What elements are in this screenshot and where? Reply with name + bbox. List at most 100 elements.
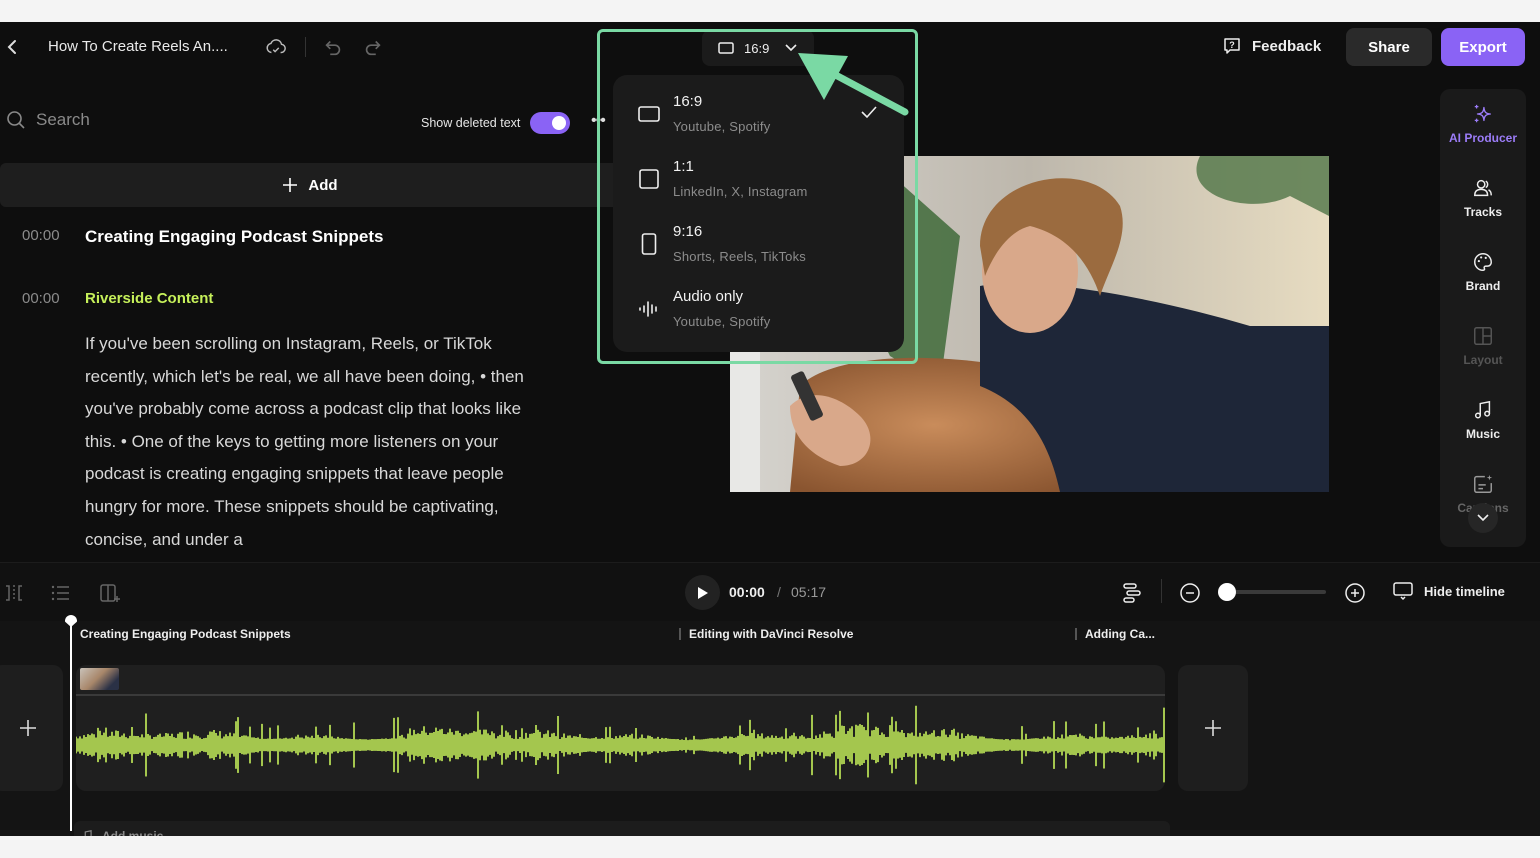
timeline-toolbar: 00:00 / 05:17 Hide timeline bbox=[0, 563, 1540, 621]
chapter-title: Creating Engaging Podcast Snippets bbox=[80, 627, 291, 641]
music-icon bbox=[1474, 400, 1491, 419]
rail-item-brand[interactable]: Brand bbox=[1440, 251, 1526, 321]
chapter-title: Editing with DaVinci Resolve bbox=[689, 627, 854, 641]
back-button[interactable] bbox=[4, 36, 20, 58]
audio-wave-icon bbox=[639, 301, 657, 317]
export-button[interactable]: Export bbox=[1441, 28, 1525, 66]
chevron-left-icon bbox=[7, 40, 16, 54]
chapter-divider bbox=[679, 628, 681, 640]
plus-icon bbox=[19, 720, 36, 736]
share-button[interactable]: Share bbox=[1346, 28, 1432, 66]
zoom-slider-handle[interactable] bbox=[1218, 583, 1236, 601]
cloud-check-icon bbox=[266, 39, 286, 54]
zoom-out-icon[interactable] bbox=[1179, 582, 1201, 604]
monitor-icon bbox=[1393, 582, 1413, 601]
clip-thumbnail bbox=[80, 668, 119, 690]
palette-icon bbox=[1474, 253, 1492, 271]
music-icon bbox=[84, 830, 92, 836]
aspect-option-label: Audio only bbox=[673, 288, 744, 305]
aspect-ratio-menu: 16:9 Youtube, Spotify 1:1 LinkedIn, X, I… bbox=[613, 75, 904, 352]
show-deleted-text-setting: Show deleted text bbox=[421, 112, 571, 134]
transcript-paragraph[interactable]: If you've been scrolling on Instagram, R… bbox=[85, 328, 555, 556]
chapter-marker[interactable]: Editing with DaVinci Resolve bbox=[679, 627, 853, 641]
hide-timeline-button[interactable]: Hide timeline bbox=[1392, 581, 1505, 601]
show-deleted-toggle[interactable] bbox=[530, 112, 571, 134]
play-button[interactable] bbox=[685, 575, 720, 610]
aspect-option-platforms: LinkedIn, X, Instagram bbox=[673, 184, 808, 199]
search-placeholder: Search bbox=[36, 110, 90, 129]
transcript-entry: 00:00 Creating Engaging Podcast Snippets bbox=[22, 227, 383, 247]
rail-label: AI Producer bbox=[1448, 131, 1517, 145]
add-layout-icon[interactable] bbox=[99, 582, 121, 604]
right-tool-rail: AI Producer Tracks Brand Layout Music Ca… bbox=[1440, 89, 1526, 547]
aspect-option-1-1[interactable]: 1:1 LinkedIn, X, Instagram bbox=[613, 150, 904, 214]
zoom-in-icon[interactable] bbox=[1344, 582, 1366, 604]
timeline-tracks: Creating Engaging Podcast Snippets Editi… bbox=[0, 615, 1540, 836]
playhead[interactable] bbox=[70, 621, 72, 831]
section-heading[interactable]: Creating Engaging Podcast Snippets bbox=[85, 227, 383, 247]
entry-timestamp[interactable]: 00:00 bbox=[22, 227, 67, 247]
help-chat-icon: ? bbox=[1224, 38, 1240, 54]
show-deleted-label: Show deleted text bbox=[421, 116, 521, 130]
hide-timeline-label: Hide timeline bbox=[1424, 583, 1505, 599]
aspect-option-label: 1:1 bbox=[673, 158, 694, 175]
list-icon[interactable] bbox=[50, 582, 72, 604]
rail-item-music[interactable]: Music bbox=[1440, 399, 1526, 469]
rail-label: Music bbox=[1465, 427, 1500, 441]
add-button[interactable]: Add bbox=[0, 163, 620, 207]
rail-item-tracks[interactable]: Tracks bbox=[1440, 177, 1526, 247]
timeline-zoom-slider[interactable] bbox=[1226, 590, 1326, 594]
add-music-track[interactable]: Add music bbox=[74, 821, 1170, 836]
video-clip[interactable] bbox=[76, 665, 1165, 791]
stacked-tracks-icon[interactable] bbox=[1121, 582, 1143, 604]
aspect-option-16-9[interactable]: 16:9 Youtube, Spotify bbox=[613, 85, 904, 149]
rail-label: Tracks bbox=[1463, 205, 1503, 219]
play-icon bbox=[697, 586, 708, 599]
search-icon bbox=[7, 111, 25, 129]
rail-label: Brand bbox=[1465, 279, 1501, 293]
aspect-ratio-value: 16:9 bbox=[744, 40, 770, 56]
playhead-handle[interactable] bbox=[65, 615, 77, 627]
split-icon[interactable] bbox=[3, 582, 25, 604]
divider bbox=[1161, 579, 1162, 603]
feedback-button[interactable]: ? Feedback bbox=[1222, 36, 1321, 56]
rail-item-layout[interactable]: Layout bbox=[1440, 325, 1526, 395]
rail-label: Layout bbox=[1463, 353, 1503, 367]
plus-icon bbox=[1205, 720, 1221, 736]
undo-icon[interactable] bbox=[322, 36, 344, 58]
speaker-name[interactable]: Riverside Content bbox=[85, 290, 213, 307]
add-label: Add bbox=[308, 176, 338, 194]
add-clip-before-button[interactable] bbox=[0, 665, 63, 791]
top-bar: How To Create Reels An.... 16:9 ? Feedba… bbox=[0, 22, 1540, 72]
aspect-option-9-16[interactable]: 9:16 Shorts, Reels, TikToks bbox=[613, 215, 904, 279]
aspect-option-platforms: Youtube, Spotify bbox=[673, 119, 771, 134]
project-title[interactable]: How To Create Reels An.... bbox=[48, 38, 228, 55]
aspect-option-label: 9:16 bbox=[673, 223, 703, 240]
current-time: 00:00 bbox=[729, 584, 765, 600]
aspect-ratio-dropdown[interactable]: 16:9 bbox=[702, 30, 814, 66]
plus-icon bbox=[283, 178, 298, 192]
app-window: How To Create Reels An.... 16:9 ? Feedba… bbox=[0, 22, 1540, 836]
aspect-option-platforms: Youtube, Spotify bbox=[673, 314, 771, 329]
time-separator: / bbox=[777, 584, 781, 600]
rail-scroll-down-button[interactable] bbox=[1468, 503, 1498, 533]
chapter-marker[interactable]: Creating Engaging Podcast Snippets bbox=[80, 627, 291, 641]
square-frame-icon bbox=[639, 169, 659, 189]
redo-icon[interactable] bbox=[362, 36, 384, 58]
add-clip-after-button[interactable] bbox=[1178, 665, 1248, 791]
aspect-option-audio-only[interactable]: Audio only Youtube, Spotify bbox=[613, 280, 904, 344]
sparkles-icon bbox=[1474, 104, 1492, 123]
chevron-down-icon bbox=[785, 44, 797, 52]
add-music-label: Add music bbox=[102, 829, 164, 836]
layout-icon bbox=[1474, 327, 1492, 345]
entry-timestamp[interactable]: 00:00 bbox=[22, 290, 67, 307]
clip-divider bbox=[76, 694, 1165, 696]
total-time: 05:17 bbox=[791, 584, 827, 600]
more-options-icon[interactable]: ••• bbox=[591, 112, 606, 130]
rail-item-ai-producer[interactable]: AI Producer bbox=[1440, 103, 1526, 173]
aspect-option-label: 16:9 bbox=[673, 93, 703, 110]
users-icon bbox=[1474, 179, 1492, 197]
audio-waveform bbox=[76, 705, 1165, 785]
search-field[interactable]: Search bbox=[6, 110, 90, 130]
chapter-marker[interactable]: Adding Ca... bbox=[1075, 627, 1155, 641]
